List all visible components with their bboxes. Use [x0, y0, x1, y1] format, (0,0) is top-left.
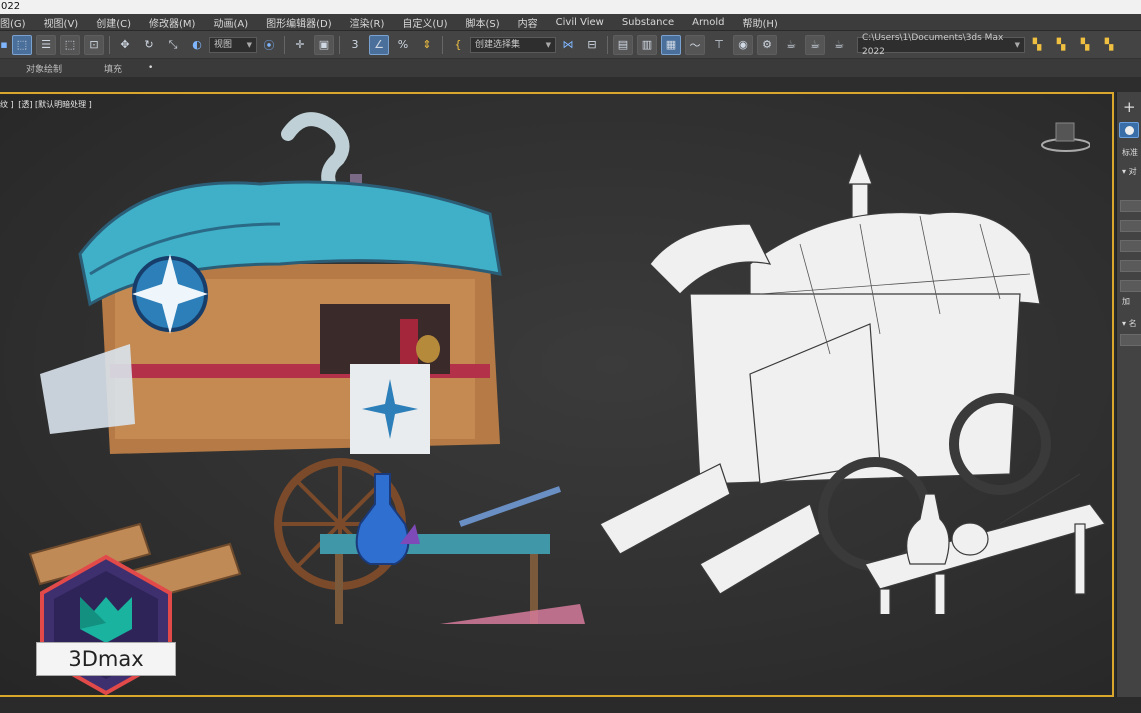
menu-item-group[interactable]: 图(G)	[0, 15, 35, 30]
object-type-button[interactable]	[1120, 220, 1141, 232]
menu-item-content[interactable]: 内容	[509, 15, 547, 30]
mirror-icon[interactable]: ⋈	[558, 35, 578, 55]
render-production-button[interactable]: ☕	[805, 34, 825, 55]
place-icon[interactable]: ◐	[187, 35, 207, 55]
rendered-frame-window-icon[interactable]: ☕	[781, 35, 801, 55]
object-type-button[interactable]	[1120, 260, 1141, 272]
layer-explorer-button[interactable]: ▥	[637, 34, 657, 55]
menu-item-create[interactable]: 创建(C)	[87, 15, 140, 30]
menu-bar: 图(G) 视图(V) 创建(C) 修改器(M) 动画(A) 图形编辑器(D) 渲…	[0, 14, 1141, 31]
menu-item-help[interactable]: 帮助(H)	[733, 15, 786, 30]
toolbar-divider	[442, 35, 443, 54]
potion-flask	[355, 473, 410, 565]
link-icon[interactable]: ▪	[0, 35, 8, 55]
curve-editor-button[interactable]: 〜	[685, 34, 705, 55]
add-button-label[interactable]: 加	[1122, 296, 1130, 307]
move-icon[interactable]: ✥	[115, 35, 135, 55]
reference-coordinate-dropdown[interactable]: 视图 ▼	[209, 36, 257, 53]
project-path-value: C:\Users\1\Documents\3ds Max 2022	[862, 32, 1004, 57]
menu-item-civil-view[interactable]: Civil View	[547, 17, 613, 28]
save-project-icon[interactable]: ▚	[1075, 35, 1095, 55]
app-window: 022 图(G) 视图(V) 创建(C) 修改器(M) 动画(A) 图形编辑器(…	[0, 0, 1141, 713]
rotate-icon[interactable]: ↻	[139, 35, 159, 55]
toolbar-divider	[284, 35, 285, 54]
object-type-button[interactable]	[1120, 240, 1141, 252]
window-crossing-button[interactable]: ⊡	[84, 34, 104, 55]
section-collapse-icon: ▾	[1122, 167, 1127, 176]
object-type-section[interactable]: ▾ 对	[1122, 166, 1137, 177]
ribbon-tab-object-paint[interactable]: 对象绘制	[26, 62, 62, 75]
schematic-view-icon[interactable]: ⊤	[709, 35, 729, 55]
window-title: 022	[1, 1, 21, 12]
menu-item-animation[interactable]: 动画(A)	[204, 15, 257, 30]
render-setup-button[interactable]: ⚙	[757, 34, 777, 55]
percent-label: %	[397, 38, 409, 51]
menu-item-rendering[interactable]: 渲染(R)	[341, 15, 394, 30]
select-object-button[interactable]: ⬚	[12, 34, 32, 55]
percent-snap-button[interactable]: %	[393, 35, 413, 55]
open-project-icon[interactable]: ▚	[1051, 35, 1071, 55]
name-color-label: 名	[1128, 319, 1137, 328]
menu-item-substance[interactable]: Substance	[613, 17, 683, 28]
menu-item-graph-editors[interactable]: 图形编辑器(D)	[257, 15, 341, 30]
menu-item-arnold[interactable]: Arnold	[683, 17, 733, 28]
material-editor-button[interactable]: ◉	[733, 34, 753, 55]
scene-explorer-button[interactable]: ▤	[613, 34, 633, 55]
create-tab-icon[interactable]: +	[1123, 98, 1136, 116]
project-path-dropdown[interactable]: C:\Users\1\Documents\3ds Max 2022 ▼	[857, 33, 1025, 57]
ribbon-options-icon[interactable]: •	[148, 63, 153, 73]
menu-item-view[interactable]: 视图(V)	[35, 15, 88, 30]
viewport-label-prefix: 纹 ]	[0, 100, 14, 109]
toolbar-divider	[339, 35, 340, 54]
named-selection-set-dropdown[interactable]: 创建选择集 ▼	[470, 36, 556, 53]
ribbon-tab-fill[interactable]: 填充	[104, 62, 122, 75]
chevron-down-icon: ▼	[1014, 40, 1020, 49]
menu-item-customize[interactable]: 自定义(U)	[393, 15, 456, 30]
ribbon-gap	[0, 77, 1141, 92]
keyboard-shortcut-override-button[interactable]: ▣	[314, 34, 334, 55]
rectangular-selection-button[interactable]: ⬚	[60, 34, 80, 55]
menu-item-modifiers[interactable]: 修改器(M)	[140, 15, 204, 30]
named-selection-set-value: 创建选择集	[475, 39, 521, 50]
ribbon-bar: 对象绘制 填充 •	[0, 59, 1141, 77]
display-table	[320, 534, 550, 554]
object-type-button[interactable]	[1120, 200, 1141, 212]
viewcube[interactable]	[1040, 119, 1091, 155]
scale-icon[interactable]: ⤡	[163, 35, 183, 55]
main-toolbar: ▪ ⬚ ☰ ⬚ ⊡ ✥ ↻ ⤡ ◐ 视图 ▼ ⦿ ✛ ▣ 3 ∠ % ⇕ { 创建…	[0, 31, 1141, 59]
select-manipulate-icon[interactable]: ✛	[290, 35, 310, 55]
geometry-button[interactable]	[1119, 122, 1139, 138]
clay-wagon-model[interactable]	[600, 144, 1114, 614]
edit-named-selection-icon[interactable]: {	[448, 35, 468, 55]
circle-icon	[1124, 125, 1134, 135]
chevron-down-icon: ▼	[246, 40, 252, 49]
align-icon[interactable]: ⊟	[582, 35, 602, 55]
section-collapse-icon: ▾	[1122, 319, 1127, 328]
reference-coordinate-value: 视图	[214, 39, 233, 50]
title-bar: 022	[0, 0, 1141, 14]
primitive-type-label: 标准	[1122, 148, 1138, 157]
select-by-name-button[interactable]: ☰	[36, 34, 56, 55]
logo-text: 3Dmax	[36, 642, 176, 676]
textured-wagon-model[interactable]	[20, 104, 640, 624]
toolbar-divider	[607, 35, 608, 54]
ribbon-toggle-button[interactable]: ▦	[661, 34, 681, 55]
project-settings-icon[interactable]: ▚	[1099, 35, 1119, 55]
pivot-center-icon[interactable]: ⦿	[259, 35, 279, 55]
command-panel: + 标准 ▾ 对 加 ▾ 名	[1116, 92, 1141, 697]
snaps-toggle-button[interactable]: 3	[345, 35, 365, 55]
name-color-section[interactable]: ▾ 名	[1122, 318, 1137, 329]
chevron-down-icon: ▼	[545, 40, 551, 49]
name-input[interactable]	[1120, 334, 1141, 346]
angle-snap-button[interactable]: ∠	[369, 34, 389, 55]
toolbar-divider	[109, 35, 110, 54]
spinner-snap-icon[interactable]: ⇕	[417, 35, 437, 55]
menu-item-scripting[interactable]: 脚本(S)	[457, 15, 509, 30]
render-iterative-icon[interactable]: ☕	[829, 35, 849, 55]
snap-label: 3	[351, 38, 359, 51]
object-type-button[interactable]	[1120, 280, 1141, 292]
object-type-label: 对	[1128, 167, 1137, 176]
status-strip	[0, 697, 1141, 713]
project-folder-icon[interactable]: ▚	[1027, 35, 1047, 55]
